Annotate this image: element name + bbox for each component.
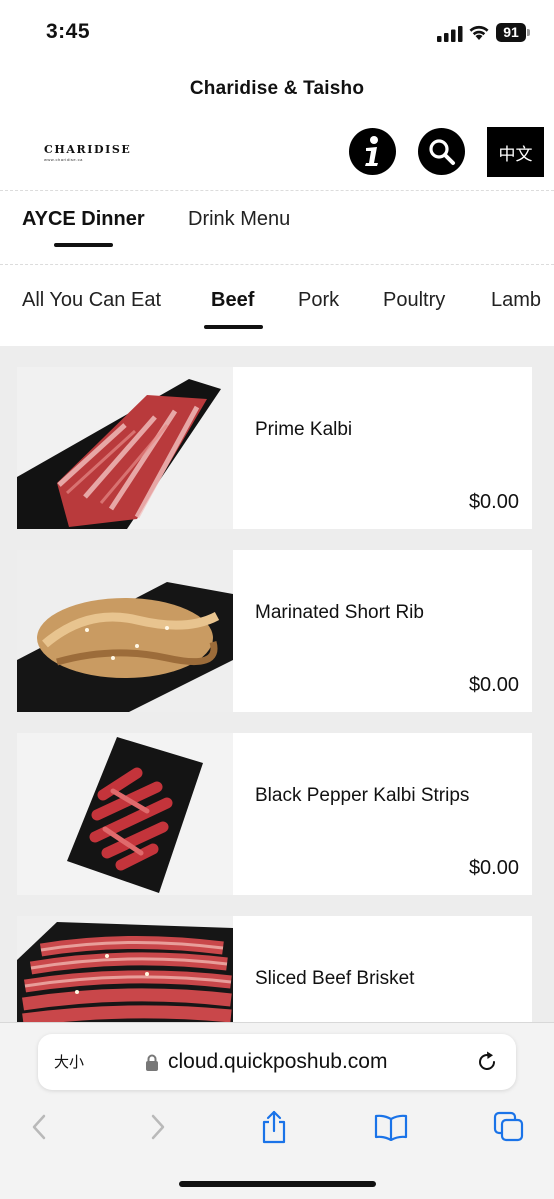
header-divider [0,190,554,191]
menu-item-list[interactable]: Prime Kalbi $0.00 Marinated Short Rib $0… [0,346,554,1022]
menu-item-card[interactable]: Prime Kalbi $0.00 [17,367,532,529]
status-time: 3:45 [46,20,91,43]
share-button[interactable] [257,1110,291,1144]
menu-item-photo [17,733,233,895]
category-tab-lamb[interactable]: Lamb [491,289,541,312]
chevron-left-icon [32,1114,46,1140]
category-tab-all-you-can-eat[interactable]: All You Can Eat [22,289,161,312]
menu-item-photo [17,916,233,1022]
category-tab-beef[interactable]: Beef [211,289,254,312]
menu-item-card[interactable]: Sliced Beef Brisket [17,916,532,1022]
tab-drink-menu[interactable]: Drink Menu [188,208,290,231]
charidise-logo[interactable]: CHARIDISE www.charidise.ca [44,143,132,163]
address-bar[interactable]: 大小 cloud.quickposhub.com [38,1034,516,1090]
logo-subtext: www.charidise.ca [44,157,83,162]
menu-item-price: $0.00 [468,491,519,513]
reload-icon[interactable] [475,1050,499,1074]
category-tab-pork[interactable]: Pork [298,289,339,312]
bookmarks-button[interactable] [374,1110,408,1144]
back-button[interactable] [22,1110,56,1144]
battery-icon: 91 [496,23,530,42]
menu-tab-active-indicator [54,243,113,247]
menu-item-photo [17,367,233,529]
search-button[interactable] [418,128,465,175]
forward-button[interactable] [141,1110,175,1144]
battery-tip [527,29,530,36]
info-button[interactable] [349,128,396,175]
url-text: cloud.quickposhub.com [168,1050,388,1073]
menu-item-price: $0.00 [468,857,519,879]
tabs-button[interactable] [492,1110,526,1144]
browser-toolbar: 大小 cloud.quickposhub.com [0,1022,554,1199]
home-indicator [179,1181,376,1187]
battery-level: 91 [496,23,526,42]
wifi-icon [469,25,489,40]
info-icon [364,135,378,166]
status-bar: 3:45 91 [0,0,554,62]
search-icon [428,138,455,165]
lock-icon [146,1054,158,1071]
book-icon [374,1114,408,1141]
site-title: Charidise & Taisho [189,78,365,99]
tab-ayce-dinner[interactable]: AYCE Dinner [22,208,145,231]
menu-item-card[interactable]: Marinated Short Rib $0.00 [17,550,532,712]
menu-item-price: $0.00 [468,674,519,696]
menu-item-name: Prime Kalbi [255,419,353,440]
menu-item-name: Marinated Short Rib [255,602,424,623]
language-toggle-button[interactable]: 中文 [487,127,544,177]
tabs-icon [493,1111,524,1142]
share-icon [262,1110,286,1144]
text-size-button[interactable]: 大小 [54,1051,84,1072]
logo-text: CHARIDISE [44,143,132,156]
category-tab-poultry[interactable]: Poultry [383,289,445,312]
chevron-right-icon [151,1114,165,1140]
category-tab-active-indicator [204,325,263,329]
cellular-signal-icon [437,26,463,42]
menu-item-name: Black Pepper Kalbi Strips [255,785,470,806]
menu-tabs-divider [0,264,554,265]
menu-item-card[interactable]: Black Pepper Kalbi Strips $0.00 [17,733,532,895]
menu-item-photo [17,550,233,712]
menu-item-name: Sliced Beef Brisket [255,968,415,989]
